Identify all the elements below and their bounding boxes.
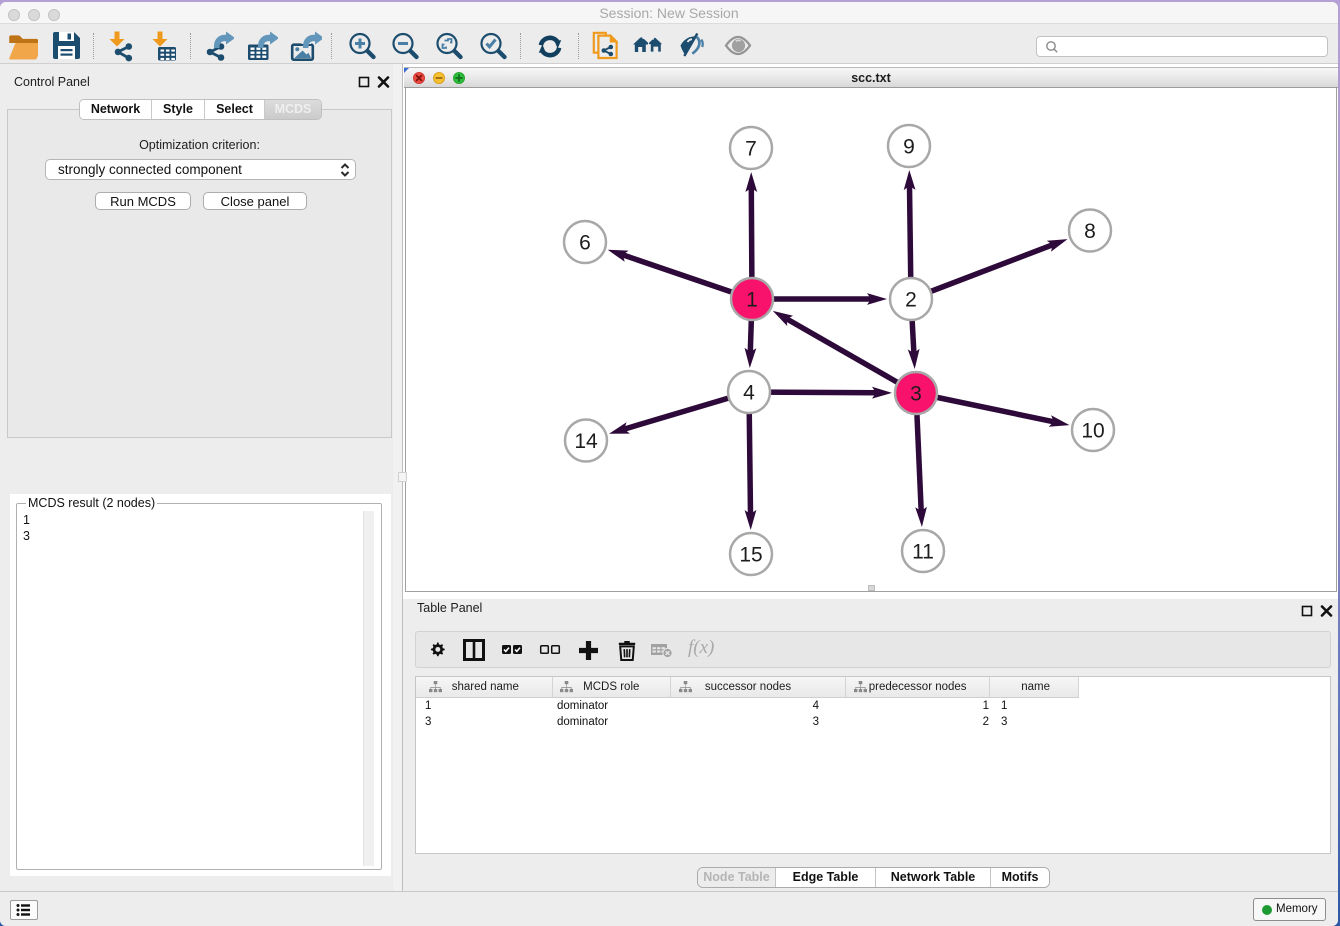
svg-text:7: 7	[745, 138, 757, 161]
svg-text:2: 2	[905, 289, 917, 312]
svg-text:6: 6	[579, 232, 591, 255]
svg-text:9: 9	[903, 136, 915, 159]
svg-text:14: 14	[574, 430, 598, 453]
svg-text:11: 11	[912, 541, 934, 564]
svg-text:4: 4	[743, 382, 755, 405]
svg-text:15: 15	[739, 544, 762, 567]
svg-text:10: 10	[1081, 420, 1104, 443]
svg-text:8: 8	[1084, 220, 1096, 243]
svg-text:3: 3	[910, 383, 922, 406]
svg-text:1: 1	[746, 289, 758, 312]
